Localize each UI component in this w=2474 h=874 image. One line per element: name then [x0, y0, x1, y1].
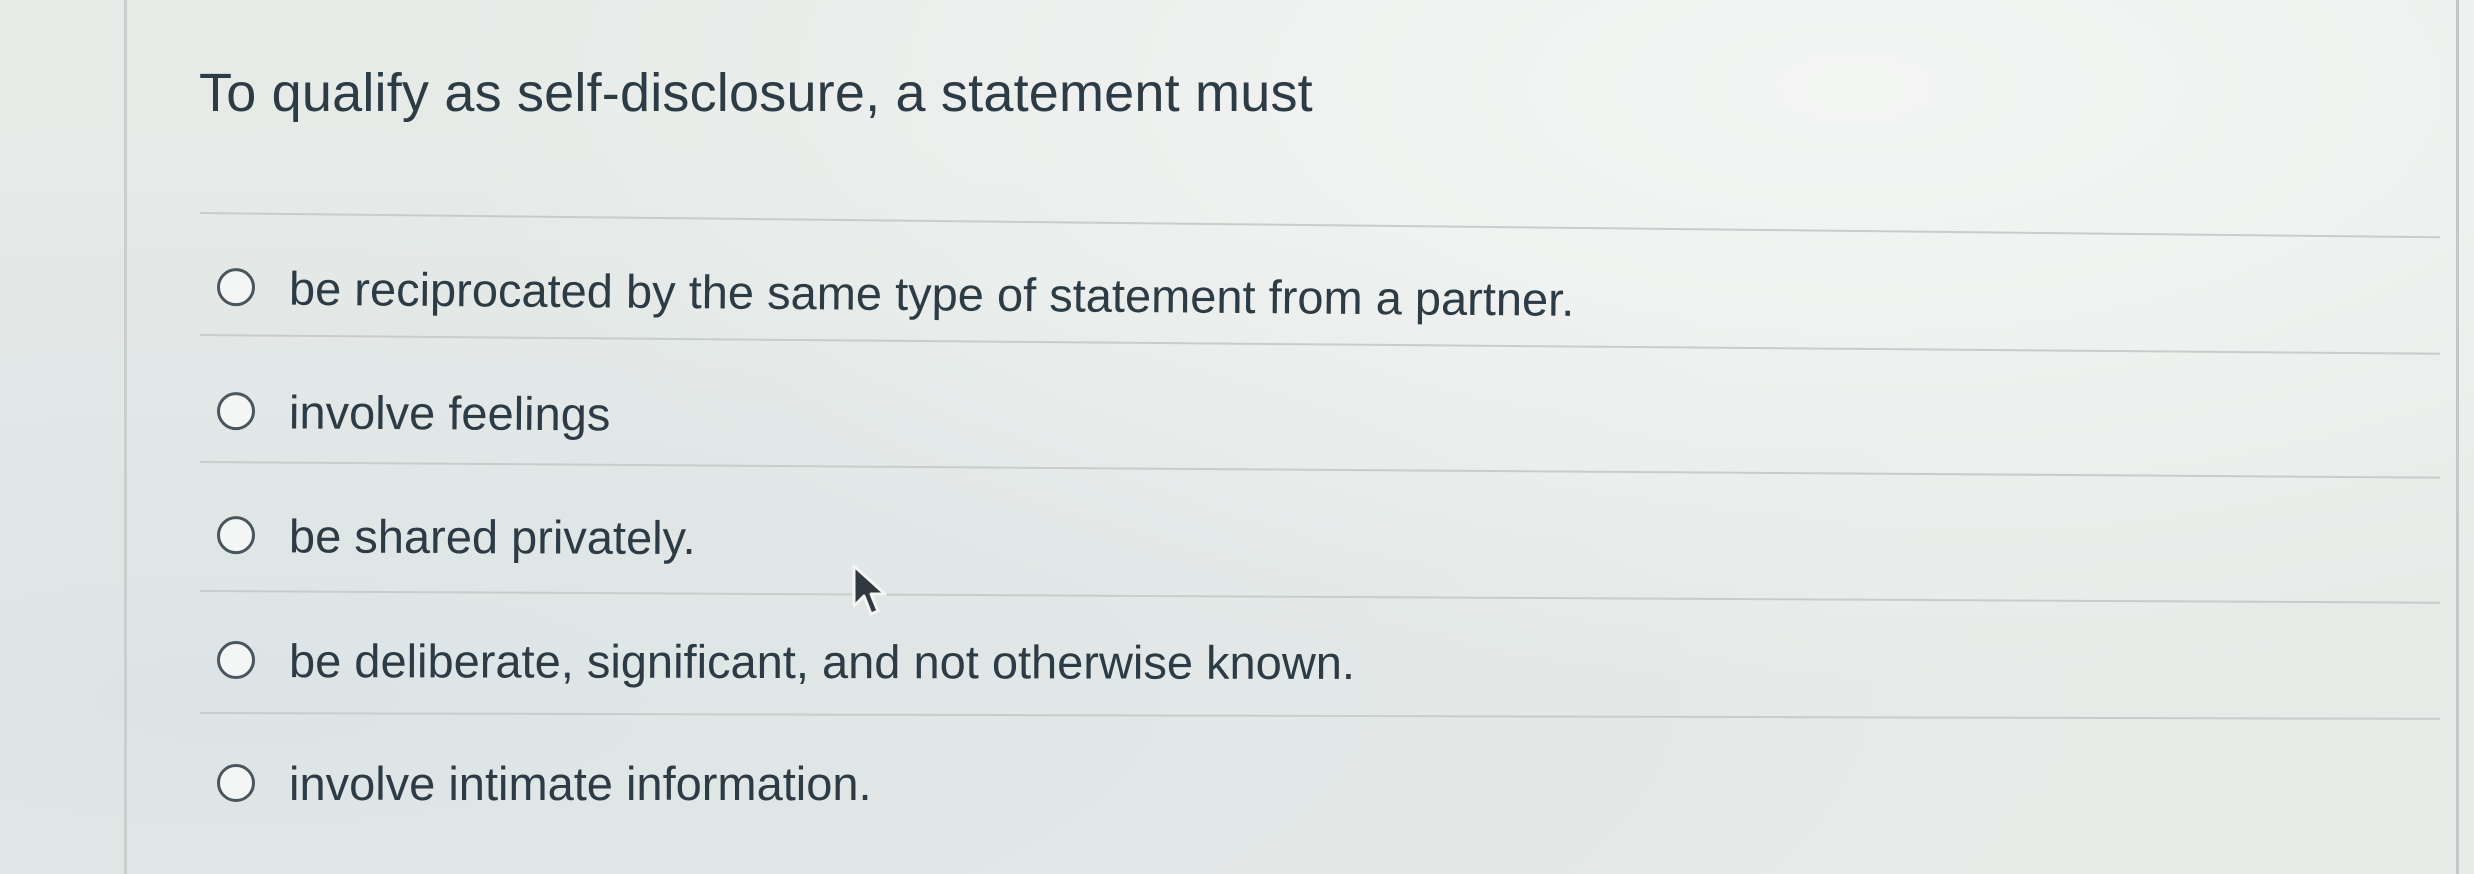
- answer-option-3[interactable]: be shared privately.: [216, 500, 696, 572]
- radio-button-icon[interactable]: [216, 392, 256, 431]
- question-card: To qualify as self-disclosure, a stateme…: [127, 0, 2456, 874]
- radio-button-icon[interactable]: [216, 516, 256, 555]
- answers-list: be reciprocated by the same type of stat…: [127, 0, 2456, 874]
- card-right-border: [2456, 0, 2459, 874]
- answer-label-1: be reciprocated by the same type of stat…: [288, 261, 1575, 326]
- answer-label-5: involve intimate information.: [289, 756, 872, 810]
- answer-option-5[interactable]: involve intimate information.: [217, 748, 872, 818]
- answer-option-2[interactable]: involve feelings: [216, 376, 611, 448]
- answer-label-3: be shared privately.: [288, 508, 696, 564]
- mouse-pointer-icon: [852, 564, 887, 616]
- answer-option-1[interactable]: be reciprocated by the same type of stat…: [216, 252, 1575, 334]
- answer-label-2: involve feelings: [288, 384, 611, 440]
- answer-label-4: be deliberate, significant, and not othe…: [288, 633, 1356, 689]
- radio-button-icon[interactable]: [216, 641, 256, 680]
- radio-button-icon[interactable]: [217, 764, 255, 802]
- radio-button-icon[interactable]: [216, 268, 256, 307]
- answer-option-4[interactable]: be deliberate, significant, and not othe…: [216, 625, 1356, 697]
